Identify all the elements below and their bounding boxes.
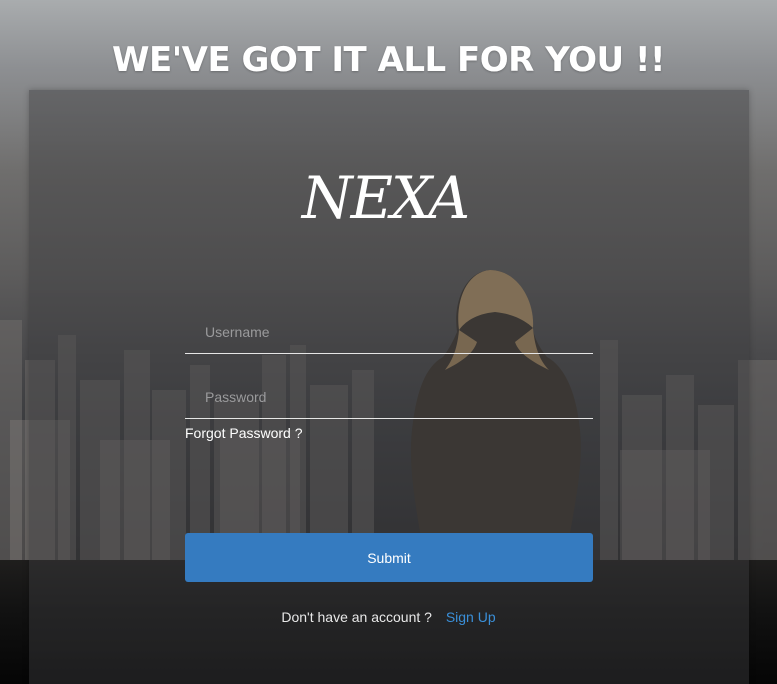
sign-up-link[interactable]: Sign Up	[446, 609, 496, 625]
username-field	[185, 310, 593, 354]
signup-row: Don't have an account ? Sign Up	[0, 609, 777, 625]
signup-prompt: Don't have an account ?	[281, 609, 432, 625]
svg-text:NEXA: NEXA	[300, 164, 468, 230]
submit-button[interactable]: Submit	[185, 533, 593, 582]
nexa-logo: NEXA	[300, 164, 470, 230]
forgot-password-link[interactable]: Forgot Password ?	[185, 425, 303, 441]
username-input[interactable]	[185, 310, 593, 353]
password-field	[185, 375, 593, 419]
password-input[interactable]	[185, 375, 593, 418]
page-headline: WE'VE GOT IT ALL FOR YOU !!	[112, 40, 665, 80]
